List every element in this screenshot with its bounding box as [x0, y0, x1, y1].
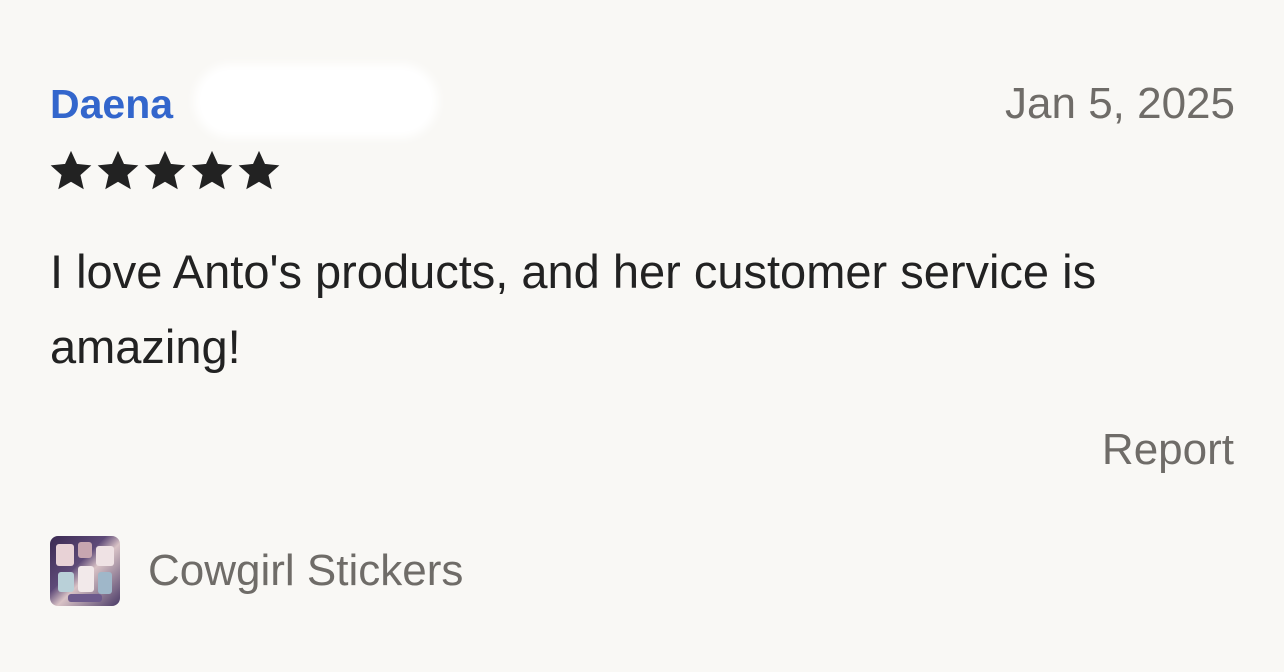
star-icon [144, 150, 186, 190]
star-icon [238, 150, 280, 190]
redacted-surname [200, 70, 432, 132]
reviewer-name-link[interactable]: Daena [50, 76, 173, 132]
review-date: Jan 5, 2025 [1005, 79, 1235, 128]
star-rating [48, 148, 282, 194]
review-text: I love Anto's products, and her customer… [50, 245, 1097, 373]
product-thumbnail [50, 536, 120, 606]
product-name: Cowgirl Stickers [148, 546, 464, 595]
report-link[interactable]: Report [1102, 422, 1234, 478]
star-icon [50, 150, 92, 190]
review-card: Daena Jan 5, 2025 I love Anto's products… [0, 0, 1284, 672]
reviewed-product-link[interactable]: Cowgirl Stickers [50, 536, 463, 606]
star-icon [97, 150, 139, 190]
star-icon [191, 150, 233, 190]
